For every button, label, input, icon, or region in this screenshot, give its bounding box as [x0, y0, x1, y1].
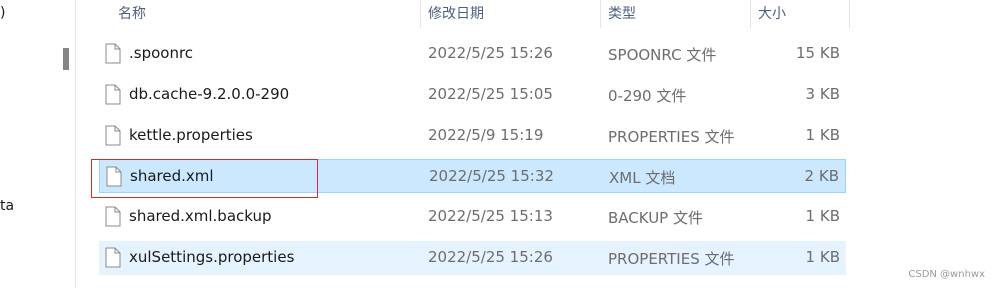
file-size: 15 KB — [796, 44, 840, 62]
file-name: .spoonrc — [129, 44, 194, 62]
file-row[interactable]: shared.xml.backup 2022/5/25 15:13 BACKUP… — [99, 200, 846, 234]
file-size: 1 KB — [805, 207, 840, 225]
file-type: PROPERTIES 文件 — [608, 250, 735, 268]
column-header-type[interactable]: 类型 — [608, 3, 636, 23]
file-type: PROPERTIES 文件 — [608, 128, 735, 146]
file-icon — [105, 84, 121, 105]
column-header-row: 名称 修改日期 类型 大小 ^ — [100, 0, 850, 28]
file-date-modified: 2022/5/25 15:05 — [428, 85, 553, 103]
sort-indicator: ^ — [362, 0, 372, 5]
file-size: 1 KB — [805, 248, 840, 266]
file-name: shared.xml.backup — [129, 207, 272, 225]
navigation-item-fragment[interactable]: ) — [0, 5, 5, 21]
file-name: kettle.properties — [129, 126, 253, 144]
pane-divider[interactable] — [75, 0, 76, 288]
highlight-annotation-box — [91, 159, 318, 198]
file-date-modified: 2022/5/9 15:19 — [428, 126, 544, 144]
column-header-size[interactable]: 大小 — [758, 3, 786, 23]
column-separator[interactable] — [750, 0, 751, 28]
column-separator[interactable] — [420, 0, 421, 28]
file-icon — [105, 247, 121, 268]
column-header-name[interactable]: 名称 — [118, 3, 146, 23]
file-date-modified: 2022/5/25 15:26 — [428, 248, 553, 266]
file-name: db.cache-9.2.0.0-290 — [129, 85, 290, 103]
file-type: BACKUP 文件 — [608, 209, 703, 227]
file-name: xulSettings.properties — [129, 248, 295, 266]
navigation-scrollbar-thumb[interactable] — [63, 48, 69, 70]
file-icon — [105, 125, 121, 146]
file-row[interactable]: db.cache-9.2.0.0-290 2022/5/25 15:05 0-2… — [99, 78, 846, 112]
column-separator[interactable] — [849, 0, 850, 28]
file-type: 0-290 文件 — [608, 87, 687, 105]
watermark: CSDN @wnhwx — [908, 269, 985, 280]
file-size: 1 KB — [805, 126, 840, 144]
file-date-modified: 2022/5/25 15:32 — [429, 167, 554, 185]
file-icon — [105, 206, 121, 227]
column-header-date-modified[interactable]: 修改日期 — [428, 3, 484, 23]
file-date-modified: 2022/5/25 15:26 — [428, 44, 553, 62]
file-row-hover[interactable]: xulSettings.properties 2022/5/25 15:26 P… — [99, 241, 846, 275]
navigation-item-fragment[interactable]: ta — [0, 198, 14, 214]
navigation-pane[interactable]: ) ta — [0, 0, 58, 288]
file-row[interactable]: kettle.properties 2022/5/9 15:19 PROPERT… — [99, 119, 846, 153]
file-size: 3 KB — [805, 85, 840, 103]
column-separator[interactable] — [600, 0, 601, 28]
file-icon — [105, 43, 121, 64]
file-row[interactable]: .spoonrc 2022/5/25 15:26 SPOONRC 文件 15 K… — [99, 37, 846, 71]
file-size: 2 KB — [804, 167, 839, 185]
file-type: SPOONRC 文件 — [608, 46, 717, 64]
file-date-modified: 2022/5/25 15:13 — [428, 207, 553, 225]
file-type: XML 文档 — [609, 169, 676, 187]
